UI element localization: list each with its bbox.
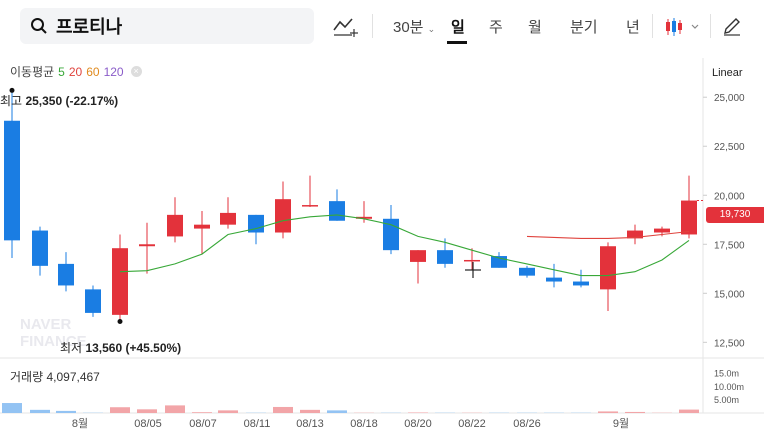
candle-body [410, 250, 426, 262]
y-tick-label: 12,500 [714, 338, 745, 349]
volume-tick-label: 15.0m [714, 369, 739, 379]
candle-body [654, 228, 670, 233]
price-chart[interactable]: 25,000 22,500 20,000 17,500 15,000 12,500 15.0… [0, 0, 764, 433]
volume-bar [56, 410, 76, 413]
x-tick-label: 08/18 [350, 418, 378, 430]
x-tick-label: 08/11 [244, 418, 271, 430]
x-tick-label: 08/20 [404, 418, 432, 430]
volume-legend: 거래량 4,097,467 [10, 368, 100, 385]
volume-bar [327, 410, 347, 413]
x-tick-label: 9월 [613, 417, 629, 430]
candle-body [4, 120, 20, 241]
candle-body [302, 205, 318, 207]
candle-body [58, 263, 74, 286]
candle-body [167, 214, 183, 237]
volume-bar [408, 412, 428, 413]
candle-body [464, 259, 480, 262]
volume-bar [2, 403, 22, 413]
y-tick-label: 25,000 [714, 93, 745, 104]
y-tick-label: 20,000 [714, 191, 745, 202]
volume-label: 거래량 [10, 370, 44, 384]
candle-body [600, 246, 616, 290]
high-price-label: 최고 25,350 (-22.17%) [0, 92, 118, 109]
candle-body [220, 212, 236, 225]
volume-bar [625, 411, 645, 413]
y-tick-label: 22,500 [714, 142, 745, 153]
candle-body [437, 250, 453, 264]
candle-body [681, 200, 697, 235]
y-tick-label: 17,500 [714, 240, 745, 251]
current-price-tag: 19,730 [706, 207, 764, 223]
x-tick-label: 08/26 [513, 418, 541, 430]
x-tick-label: 08/05 [134, 418, 162, 430]
low-value: 13,560 (+45.50%) [85, 341, 182, 355]
x-tick-label: 8월 [72, 417, 88, 430]
volume-tick-label: 5.00m [714, 395, 739, 405]
x-tick-label: 08/22 [458, 418, 486, 430]
volume-bar [192, 412, 212, 413]
volume-bar [273, 406, 293, 413]
low-marker [117, 319, 123, 325]
candle-body [546, 277, 562, 282]
volume-tick-label: 10.00m [714, 382, 744, 392]
volume-bar [137, 409, 157, 413]
candle-body [32, 230, 48, 266]
candle-body [85, 289, 101, 313]
volume-bar [300, 409, 320, 413]
ma-20-line [526, 230, 690, 239]
candle-body [139, 244, 155, 247]
x-tick-label: 08/07 [189, 418, 217, 430]
volume-bar [218, 410, 238, 413]
candle-body [275, 199, 291, 233]
low-prefix: 최저 [60, 341, 83, 355]
volume-bar [30, 409, 50, 413]
high-prefix: 최고 [0, 94, 23, 108]
volume-bar [110, 407, 130, 413]
candle-body [519, 267, 535, 276]
candle-body [194, 224, 210, 229]
candle-body [112, 248, 128, 315]
y-tick-label: 15,000 [714, 289, 745, 300]
volume-bar [598, 411, 618, 413]
candle-body [573, 281, 589, 286]
volume-bar [165, 405, 185, 413]
volume-bar [679, 409, 699, 413]
watermark-logo: NAVER [20, 316, 72, 333]
candle-body [329, 201, 345, 221]
volume-value: 4,097,467 [46, 370, 100, 384]
low-price-label: 최저 13,560 (+45.50%) [60, 339, 181, 356]
x-tick-label: 08/13 [296, 418, 324, 430]
high-value: 25,350 (-22.17%) [25, 94, 119, 108]
